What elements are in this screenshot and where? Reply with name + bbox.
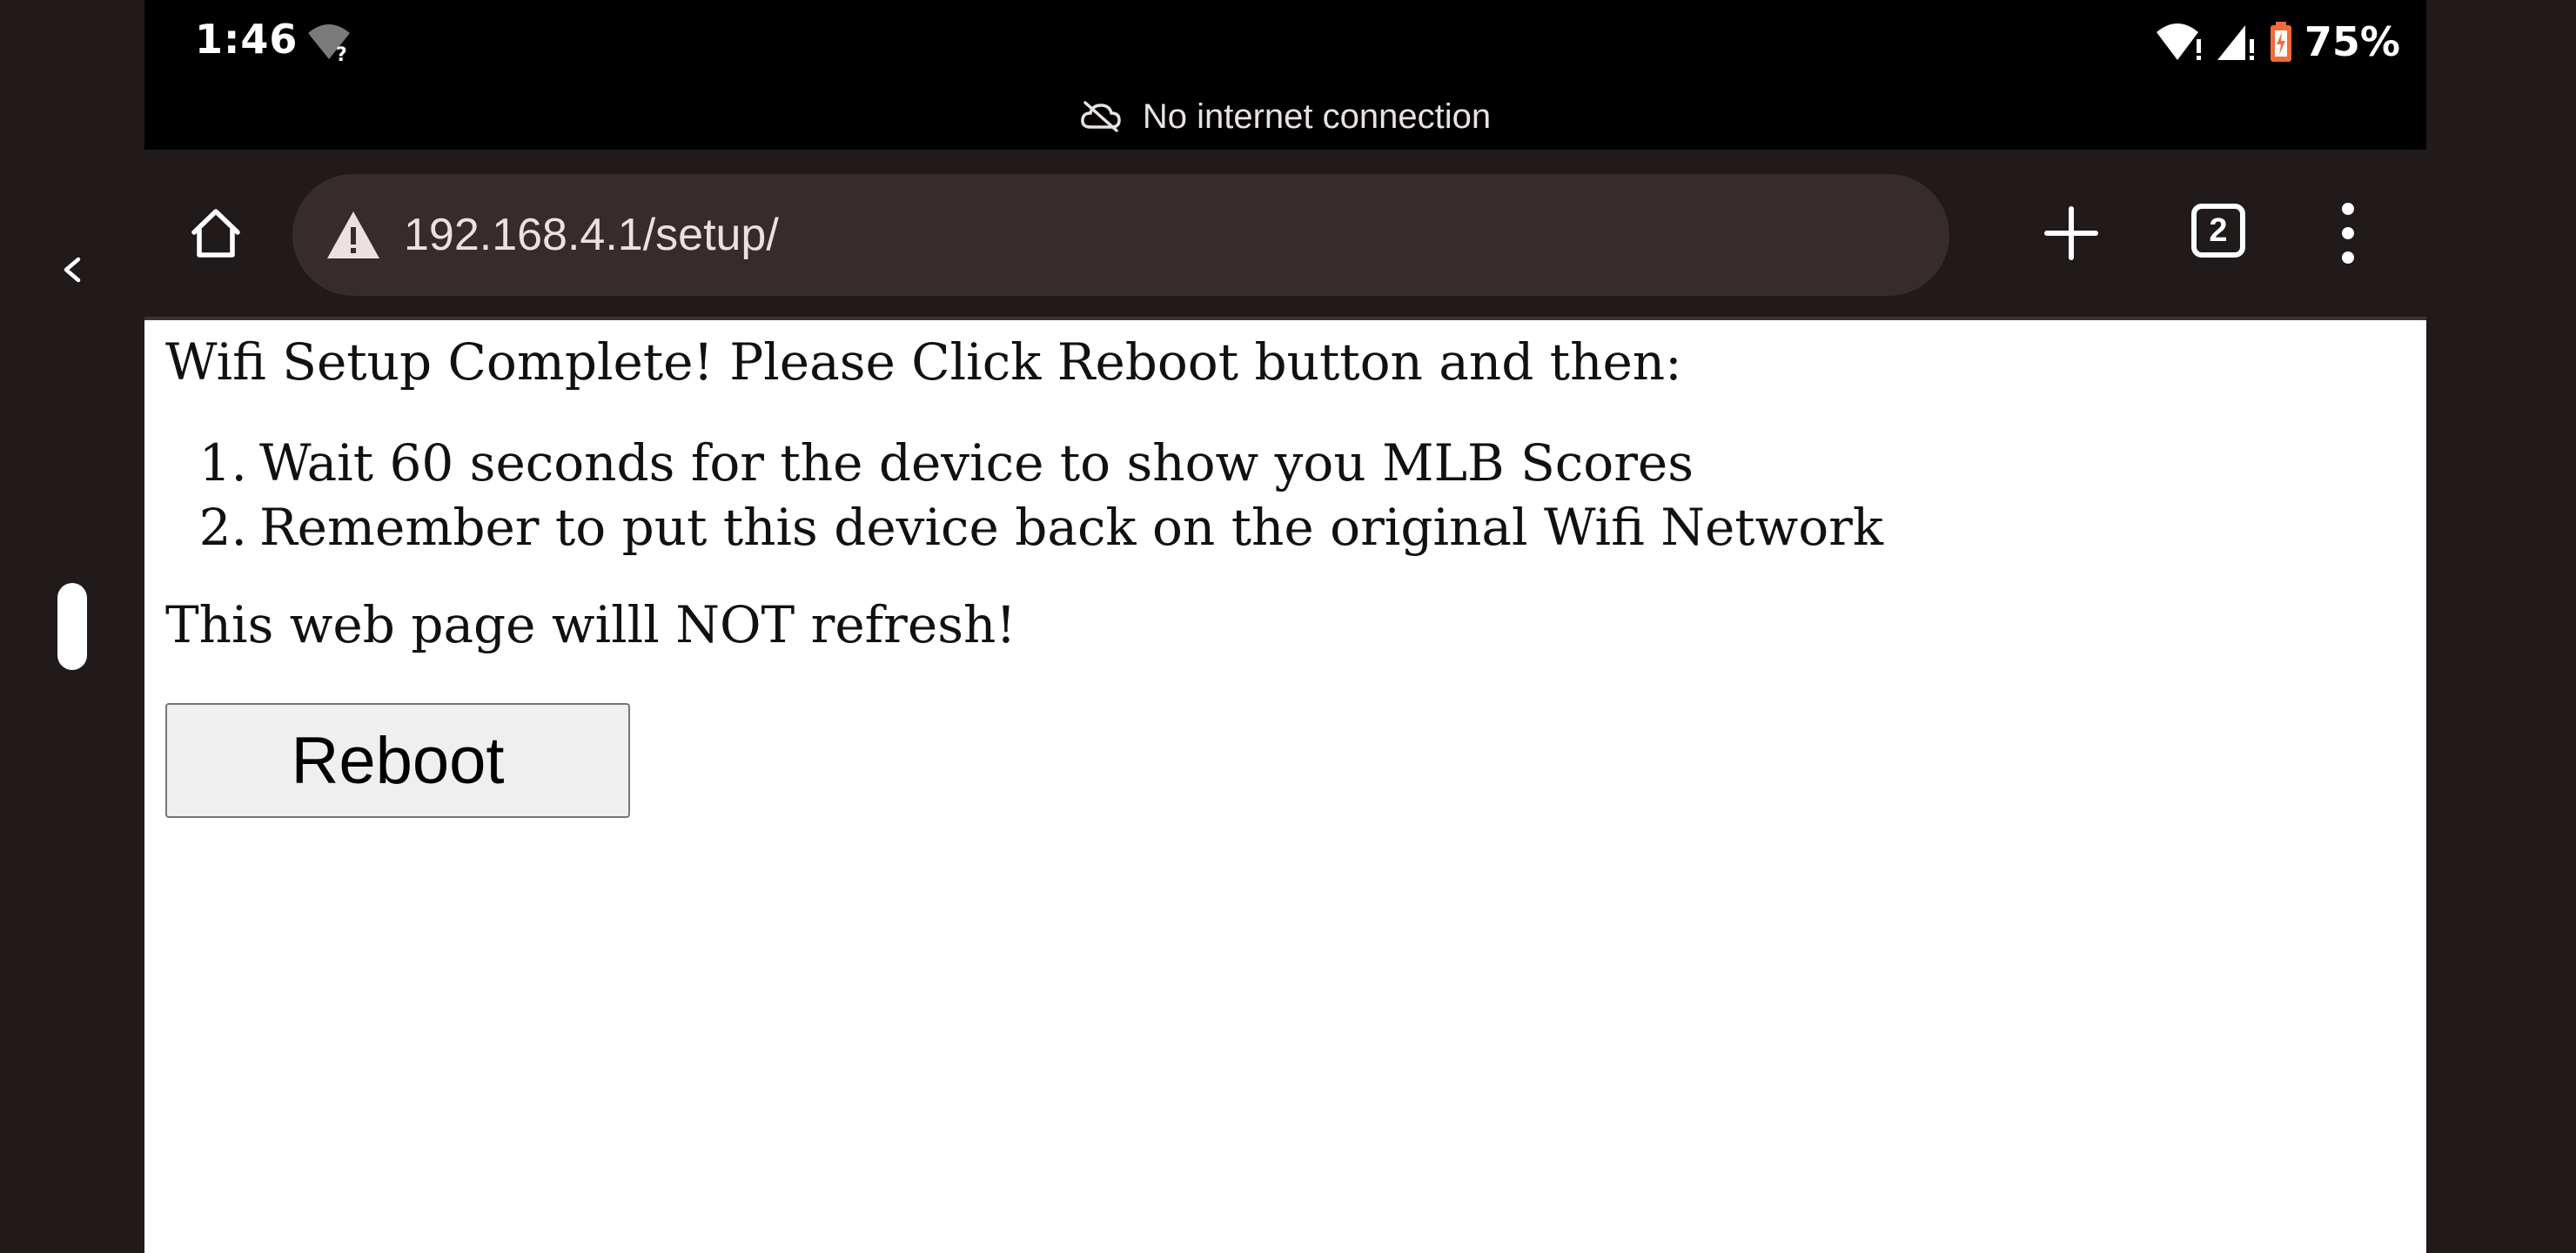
wifi-question-icon: ? [308,24,350,63]
rail-drag-handle[interactable] [57,583,87,670]
battery-charging-icon [2270,22,2291,62]
tab-count: 2 [2209,211,2228,249]
offline-banner-text: No internet connection [1142,97,1492,136]
status-bar: 1:46 ? 75% [144,0,2426,84]
right-rail [2426,0,2576,1253]
home-icon [191,209,240,258]
signal-warning-icon [2217,25,2254,60]
steps-list: 1. Wait 60 seconds for the device to show… [165,433,1883,562]
browser-toolbar: 192.168.4.1/setup/ 2 [144,150,2426,320]
wifi-warning-icon [2156,23,2201,60]
cloud-off-icon [1081,101,1121,132]
list-item-number: 1. [198,433,247,492]
left-rail [0,0,144,1253]
url-bar[interactable]: 192.168.4.1/setup/ [292,174,1949,296]
web-page: Wifi Setup Complete! Please Click Reboot… [144,320,2426,1253]
list-item-number: 2. [198,498,247,557]
warning-icon[interactable] [325,210,381,260]
svg-text:?: ? [336,44,347,63]
list-item: 2. Remember to put this device back on th… [165,498,1883,562]
more-vert-icon[interactable] [2331,198,2365,268]
plus-icon[interactable] [2040,202,2103,265]
tabs-icon[interactable]: 2 [2191,204,2245,258]
home-button[interactable] [184,202,247,265]
reboot-button[interactable]: Reboot [165,703,630,818]
status-time: 1:46 [195,16,299,63]
list-item-text: Remember to put this device back on the … [259,498,1884,557]
offline-banner: No internet connection [144,84,2426,150]
battery-percent: 75% [2304,18,2400,65]
setup-complete-text: Wifi Setup Complete! Please Click Reboot… [165,332,1682,392]
url-text: 192.168.4.1/setup/ [404,210,779,260]
list-item: 1. Wait 60 seconds for the device to show… [165,433,1883,498]
list-item-text: Wait 60 seconds for the device to show y… [259,433,1694,492]
no-refresh-notice: This web page willl NOT refresh! [165,595,1016,654]
status-icons: 75% [2155,16,2400,68]
chevron-left-icon[interactable] [56,252,91,287]
